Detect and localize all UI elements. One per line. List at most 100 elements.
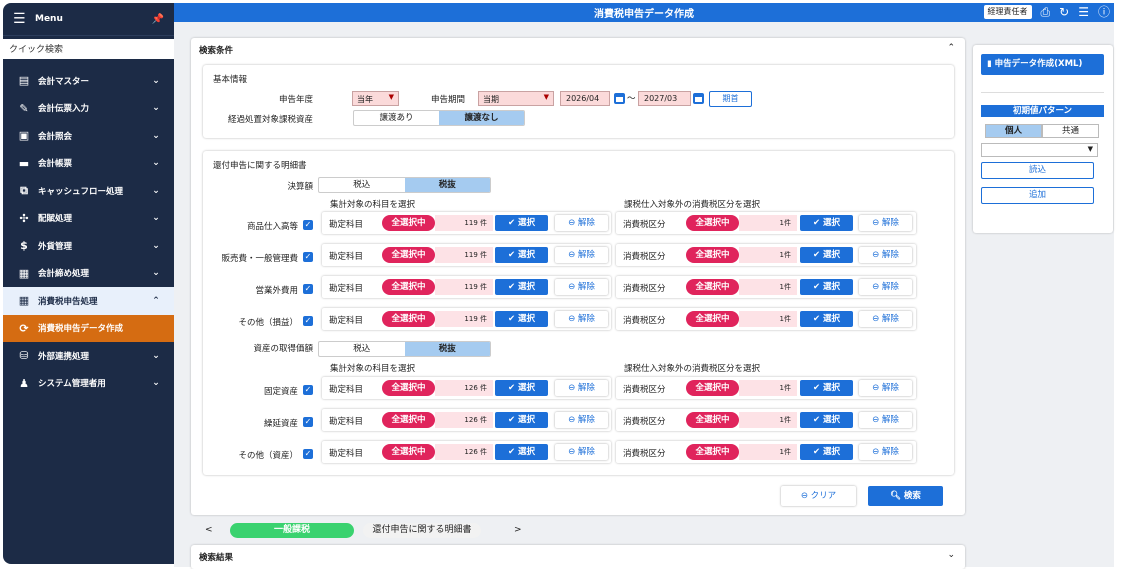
sidebar-item-voucher-entry[interactable]: ✎ 会計伝票入力 ⌄ <box>3 95 174 123</box>
chevron-down-icon[interactable]: ⌄ <box>947 550 955 560</box>
row-checkbox[interactable]: ✓ <box>303 449 313 459</box>
row-checkbox[interactable]: ✓ <box>303 220 313 230</box>
select-button[interactable]: ✔ 選択 <box>800 412 853 428</box>
select-button[interactable]: ✔ 選択 <box>800 247 853 263</box>
tab-refund-detail[interactable]: 還付申告に関する明細書 <box>363 523 481 538</box>
select-button[interactable]: ✔ 選択 <box>495 444 548 460</box>
search-conditions-header[interactable]: 検索条件 <box>191 38 965 62</box>
select-button[interactable]: ✔ 選択 <box>800 215 853 231</box>
clear-selection-button[interactable]: ⊖ 解除 <box>555 215 608 231</box>
tax-category-subtitle: 課税仕入対象外の消費税区分を選択 <box>624 200 761 210</box>
clear-selection-button[interactable]: ⊖ 解除 <box>555 311 608 327</box>
row-checkbox[interactable]: ✓ <box>303 417 313 427</box>
row-label: 販売費・一般管理費 <box>221 254 298 264</box>
print-icon[interactable]: ⎙ <box>1041 4 1051 20</box>
sidebar-item-external[interactable]: ⛁ 外部連携処理 ⌄ <box>3 342 174 370</box>
sidebar-item-account-master[interactable]: ▤ 会計マスター ⌄ <box>3 67 174 95</box>
chevron-down-icon: ⌄ <box>152 240 160 251</box>
date-to-input[interactable]: 2027/03 <box>638 91 691 106</box>
sidebar-item-inquiry[interactable]: ▣ 会計照会 ⌄ <box>3 122 174 150</box>
sidebar-item-distribution[interactable]: ✣ 配賦処理 ⌄ <box>3 205 174 233</box>
clear-selection-button[interactable]: ⊖ 解除 <box>859 247 912 263</box>
tax-out-option[interactable]: 税抜 <box>404 178 490 192</box>
search-button[interactable]: 🔍︎ 検索 <box>868 486 943 506</box>
clear-selection-button[interactable]: ⊖ 解除 <box>555 380 608 396</box>
pager-prev[interactable]: < <box>205 525 213 535</box>
sidebar-item-tax-filing[interactable]: ▦ 消費税申告処理 ⌃ <box>3 287 174 315</box>
period-start-button[interactable]: 期首 <box>709 91 752 107</box>
info-icon[interactable]: ⓘ <box>1098 4 1110 20</box>
select-button[interactable]: ✔ 選択 <box>495 311 548 327</box>
tax-category-label: 消費税区分 <box>623 449 666 459</box>
search-results-header[interactable]: 検索結果 <box>191 545 965 569</box>
pattern-select[interactable]: ▼ <box>981 143 1098 157</box>
clear-selection-button[interactable]: ⊖ 解除 <box>859 279 912 295</box>
minus-circle-icon: ⊖ <box>568 415 578 425</box>
select-button[interactable]: ✔ 選択 <box>495 279 548 295</box>
sidebar-item-tax-data-create[interactable]: ⟳ 消費税申告データ作成 <box>3 314 174 342</box>
asset-cost-toggle[interactable]: 税込 税抜 <box>318 341 491 357</box>
select-button[interactable]: ✔ 選択 <box>800 444 853 460</box>
role-badge[interactable]: 経理責任者 <box>983 5 1032 19</box>
hamburger-icon[interactable]: ☰ <box>13 11 35 27</box>
date-from-input[interactable]: 2026/04 <box>560 91 610 106</box>
select-button[interactable]: ✔ 選択 <box>800 380 853 396</box>
tab-common[interactable]: 共通 <box>1042 124 1099 138</box>
row-checkbox[interactable]: ✓ <box>303 284 313 294</box>
period-select[interactable]: 当期 ▼ <box>478 91 554 106</box>
sidebar-item-reports[interactable]: ▬ 会計帳票 ⌄ <box>3 150 174 178</box>
settlement-toggle[interactable]: 税込 税抜 <box>318 177 491 193</box>
accounts-subtitle: 集計対象の科目を選択 <box>330 364 416 374</box>
select-button[interactable]: ✔ 選択 <box>495 412 548 428</box>
sidebar-item-admin[interactable]: ♟ システム管理者用 ⌄ <box>3 370 174 398</box>
select-button[interactable]: ✔ 選択 <box>495 215 548 231</box>
chevron-up-icon[interactable]: ⌃ <box>947 43 955 53</box>
select-button[interactable]: ✔ 選択 <box>800 311 853 327</box>
clear-button[interactable]: ⊖ クリア <box>781 486 856 506</box>
check-circle-icon: ✔ <box>812 250 824 260</box>
calendar-icon[interactable] <box>693 93 704 104</box>
clear-selection-button[interactable]: ⊖ 解除 <box>555 412 608 428</box>
tab-personal[interactable]: 個人 <box>985 124 1042 138</box>
clear-selection-button[interactable]: ⊖ 解除 <box>859 215 912 231</box>
sidebar-item-foreign-currency[interactable]: $ 外貨管理 ⌄ <box>3 232 174 260</box>
year-select[interactable]: 当年 ▼ <box>352 91 399 106</box>
add-button[interactable]: 追加 <box>981 187 1094 204</box>
tax-in-option[interactable]: 税込 <box>319 342 405 356</box>
clear-selection-button[interactable]: ⊖ 解除 <box>555 279 608 295</box>
load-button[interactable]: 読込 <box>981 162 1094 179</box>
select-button[interactable]: ✔ 選択 <box>800 279 853 295</box>
minus-circle-icon: ⊖ <box>872 447 882 457</box>
sidebar-item-label: 会計締め処理 <box>38 269 90 280</box>
row-checkbox[interactable]: ✓ <box>303 316 313 326</box>
clear-selection-button[interactable]: ⊖ 解除 <box>859 311 912 327</box>
row-checkbox[interactable]: ✓ <box>303 252 313 262</box>
transfer-no-option[interactable]: 譲渡なし <box>439 111 524 125</box>
clear-selection-button[interactable]: ⊖ 解除 <box>859 380 912 396</box>
select-button[interactable]: ✔ 選択 <box>495 380 548 396</box>
clear-selection-button[interactable]: ⊖ 解除 <box>859 412 912 428</box>
tax-out-option[interactable]: 税抜 <box>404 342 490 356</box>
pager-next[interactable]: > <box>514 525 522 535</box>
list-icon[interactable]: ☰ <box>1078 4 1089 20</box>
clear-selection-button[interactable]: ⊖ 解除 <box>555 444 608 460</box>
sidebar-item-cashflow[interactable]: ⧉ キャッシュフロー処理 ⌄ <box>3 177 174 205</box>
quick-search-input[interactable]: クイック検索 <box>3 39 174 59</box>
row-checkbox[interactable]: ✓ <box>303 385 313 395</box>
clear-selection-button[interactable]: ⊖ 解除 <box>555 247 608 263</box>
top-bar: 消費税申告データ作成 経理責任者 ⎙ ↻ ☰ ⓘ <box>174 3 1114 22</box>
clear-selection-button[interactable]: ⊖ 解除 <box>859 444 912 460</box>
tax-category-filter-group: 消費税区分 全選択中 1件 ✔ 選択 ⊖ 解除 <box>616 377 916 399</box>
transfer-toggle[interactable]: 譲渡あり 譲渡なし <box>353 110 525 126</box>
refresh-icon[interactable]: ↻ <box>1059 4 1069 20</box>
tax-in-option[interactable]: 税込 <box>319 178 405 192</box>
transfer-yes-option[interactable]: 譲渡あり <box>354 111 439 125</box>
select-button[interactable]: ✔ 選択 <box>495 247 548 263</box>
tab-general-tax[interactable]: 一般課税 <box>230 523 354 538</box>
sidebar-item-closing[interactable]: ▦ 会計締め処理 ⌄ <box>3 260 174 288</box>
page-title: 消費税申告データ作成 <box>594 9 694 20</box>
create-xml-button[interactable]: ▮ 申告データ作成(XML) <box>981 54 1104 75</box>
tax-category-label: 消費税区分 <box>623 417 666 427</box>
calendar-icon[interactable] <box>614 93 625 104</box>
pin-icon[interactable]: 📌 <box>152 14 164 25</box>
